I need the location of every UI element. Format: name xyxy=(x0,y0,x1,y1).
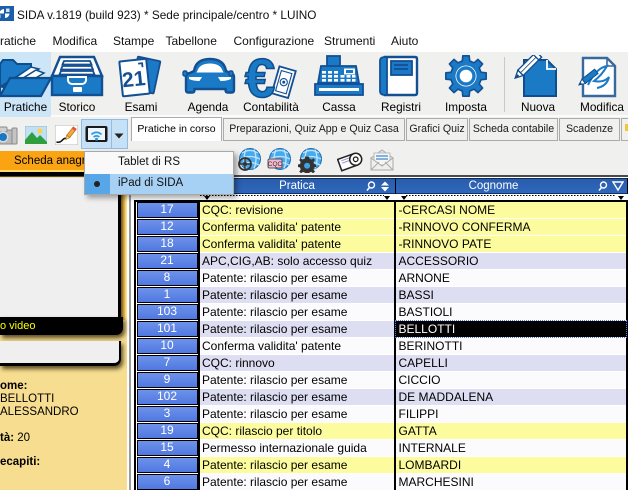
svg-text:CQC: CQC xyxy=(268,161,283,168)
svg-text:21: 21 xyxy=(121,67,147,92)
svg-text:€: € xyxy=(245,55,276,101)
